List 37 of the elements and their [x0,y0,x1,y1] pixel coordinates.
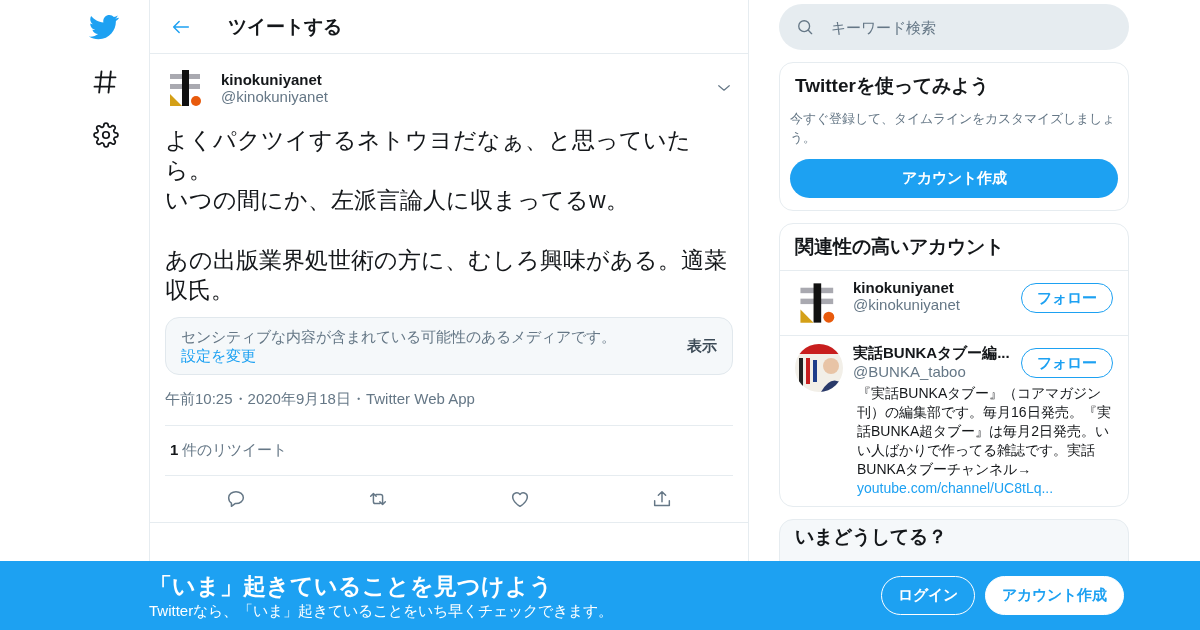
settings-icon [93,122,119,148]
search-icon [795,17,815,37]
account-bio: 『実話BUNKAタブー』（コアマガジン刊）の編集部です。毎月16日発売。『実話BUNKA超タブー』は毎月2日発売。いい人ばかりで作ってる雑誌です。実話BUNKAタブーチャンネル→ youtube.com/channel/UC8tLq... [856,384,1112,498]
account-name[interactable]: kinokuniyanet [853,279,1013,296]
account-name[interactable]: 実話BUNKAタブー編... [853,344,1013,363]
author-handle[interactable]: @kinokuniyanet [221,88,703,105]
settings-link[interactable]: 設定を変更 [181,347,256,364]
author-name[interactable]: kinokuniyanet [221,71,703,88]
speech-bubble-icon [225,488,247,510]
bird-logo-button[interactable] [89,12,119,42]
account-handle[interactable]: @kinokuniyanet [853,296,1013,313]
hashtag-icon [91,68,119,96]
signup-button[interactable]: アカウント作成 [790,159,1118,198]
bio-link[interactable]: youtube.com/channel/UC8tLq... [857,480,1054,496]
reply-button[interactable] [225,488,247,510]
tweet-meta: 午前10:25・2020年9月18日・Twitter Web App [165,375,733,426]
tweet-text-line: よくパクツイするネトウヨだなぁ、と思っていたら。 [165,126,692,185]
retweet-stats[interactable]: 1 件のリツイート [165,426,733,476]
follow-button[interactable]: フォロー [1021,283,1113,313]
tweet-text-line: いつの間にか、左派言論人に収まってるw。 [165,186,630,215]
account-handle[interactable]: @BUNKA_taboo [853,363,1013,380]
search-field[interactable]: キーワード検索 [829,17,1032,37]
page-title: ツイートする [228,14,342,39]
explore-button[interactable] [91,68,119,96]
bird-icon [89,12,119,42]
notice-text: センシティブな内容が含まれている可能性のあるメディアです。 設定を変更 [181,327,617,365]
banner-text: Twitterなら、「いま」起きていることをいち早くチェックできます。 [149,601,615,621]
settings-button[interactable] [93,122,119,148]
signup-button[interactable]: アカウント作成 [985,576,1124,615]
show-button[interactable]: 表示 [687,336,717,356]
card-text: 今すぐ登録して、タイムラインをカスタマイズしましょう。 [789,110,1116,147]
card-title: 関連性の高いアカウント [780,224,1128,271]
tweet-text-line: あの出版業界処世術の方に、むしろ興味がある。適菜収氏。 [165,246,728,305]
card-title: いまどうしてる？ [794,525,948,549]
card-title: Twitterを使ってみよう [794,74,990,98]
follow-button[interactable]: フォロー [1021,348,1113,378]
banner-title: 「いま」起きていることを見つけよう [149,571,554,601]
